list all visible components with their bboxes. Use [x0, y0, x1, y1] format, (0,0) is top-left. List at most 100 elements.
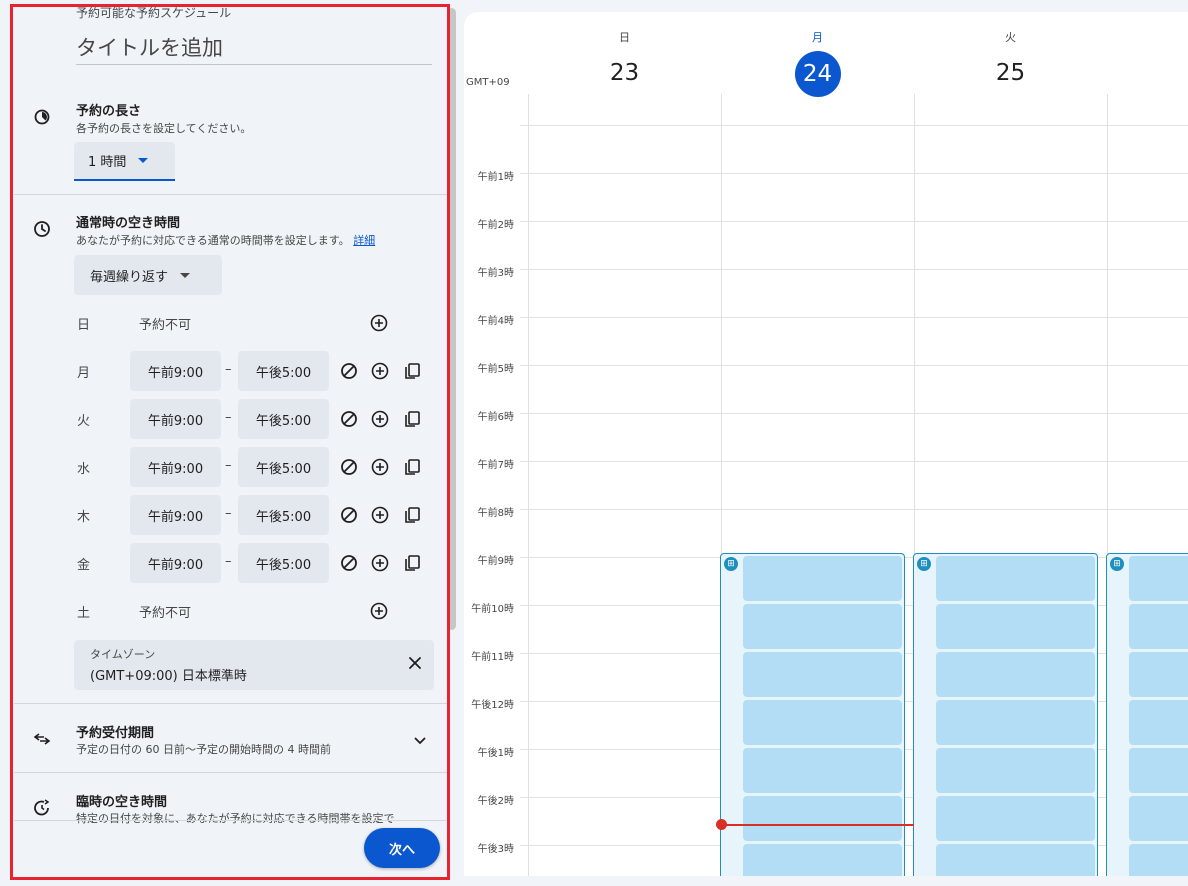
- close-icon[interactable]: [408, 655, 422, 674]
- day-number: 25: [995, 60, 1026, 86]
- hour-label: 午前9時: [477, 556, 514, 567]
- copy-icon[interactable]: [401, 456, 423, 478]
- booking-schedule-panel: 予約可能な予約スケジュール タイトルを追加 予約の長さ 各予約の長さを設定してく…: [0, 0, 458, 886]
- start-time-field[interactable]: 午前9:00: [130, 351, 221, 391]
- unavailable-text: 予約不可: [139, 606, 192, 621]
- hour-gridline: [520, 461, 1188, 462]
- bookable-slot[interactable]: [936, 556, 1095, 601]
- booking-window-title: 予約受付期間: [76, 726, 155, 741]
- start-time-field[interactable]: 午前9:00: [130, 543, 221, 583]
- time-range-dash: –: [225, 458, 232, 473]
- end-time-field[interactable]: 午後5:00: [238, 495, 329, 535]
- hour-label: 午前5時: [477, 364, 514, 375]
- day-label: 月: [77, 366, 91, 381]
- bookable-slot[interactable]: [1129, 796, 1188, 841]
- divider: [14, 703, 448, 704]
- timezone-field[interactable]: タイムゾーン (GMT+09:00) 日本標準時: [74, 640, 434, 690]
- copy-icon[interactable]: [401, 504, 423, 526]
- bookable-slot[interactable]: [743, 796, 902, 841]
- timezone-value: (GMT+09:00) 日本標準時: [90, 669, 247, 684]
- repeat-dropdown[interactable]: 毎週繰り返す: [74, 255, 222, 295]
- add-circle-icon[interactable]: [369, 456, 391, 478]
- footer-divider: [14, 820, 446, 821]
- bookable-slot[interactable]: [1129, 604, 1188, 649]
- bookable-slot[interactable]: [743, 652, 902, 697]
- hour-label: 午前8時: [477, 508, 514, 519]
- scrollbar[interactable]: [447, 8, 456, 630]
- unavailable-icon[interactable]: [338, 504, 360, 526]
- unavailable-icon[interactable]: [338, 408, 360, 430]
- current-time-dot: [716, 819, 727, 830]
- end-time-field[interactable]: 午後5:00: [238, 447, 329, 487]
- bookable-slot[interactable]: [1129, 700, 1188, 745]
- availability-block[interactable]: ⊞: [720, 553, 905, 876]
- copy-icon[interactable]: [401, 552, 423, 574]
- bookable-slot[interactable]: [936, 748, 1095, 793]
- title-input[interactable]: タイトルを追加: [76, 32, 432, 65]
- hour-gridline: [520, 509, 1188, 510]
- bookable-slot[interactable]: [936, 652, 1095, 697]
- day-of-week: 火: [1005, 31, 1016, 44]
- availability-block[interactable]: ⊞: [1106, 553, 1188, 876]
- timezone-label: GMT+09: [466, 77, 510, 88]
- bookable-slot[interactable]: [743, 700, 902, 745]
- grid-icon: ⊞: [917, 557, 931, 571]
- day-label: 火: [77, 414, 91, 429]
- bookable-slot[interactable]: [1129, 556, 1188, 601]
- bookable-slot[interactable]: [936, 796, 1095, 841]
- day-label: 日: [77, 318, 91, 333]
- hour-gridline: [520, 125, 1188, 126]
- bookable-slot[interactable]: [1129, 748, 1188, 793]
- end-time-field[interactable]: 午後5:00: [238, 399, 329, 439]
- add-circle-icon[interactable]: [369, 552, 391, 574]
- time-range-dash: –: [225, 410, 232, 425]
- add-circle-icon[interactable]: [368, 312, 390, 334]
- hour-gridline: [520, 221, 1188, 222]
- day-header[interactable]: 火 25: [914, 12, 1107, 92]
- bookable-slot[interactable]: [743, 748, 902, 793]
- day-header[interactable]: 月 24: [721, 12, 914, 97]
- hour-label: 午後12時: [471, 700, 514, 711]
- start-time-field[interactable]: 午前9:00: [130, 447, 221, 487]
- availability-title: 通常時の空き時間: [76, 216, 181, 231]
- duration-value: 1 時間: [88, 155, 127, 170]
- start-time-field[interactable]: 午前9:00: [130, 495, 221, 535]
- bookable-slot[interactable]: [936, 844, 1095, 876]
- chevron-down-icon[interactable]: [410, 731, 430, 751]
- end-time-field[interactable]: 午後5:00: [238, 543, 329, 583]
- day-of-week: 日: [619, 31, 630, 44]
- time-range-dash: –: [225, 506, 232, 521]
- end-time-field[interactable]: 午後5:00: [238, 351, 329, 391]
- bookable-slot[interactable]: [743, 844, 902, 876]
- hour-label: 午前10時: [471, 604, 514, 615]
- bookable-slot[interactable]: [936, 604, 1095, 649]
- day-header[interactable]: 日 23: [528, 12, 721, 92]
- copy-icon[interactable]: [401, 408, 423, 430]
- bookable-slot[interactable]: [743, 556, 902, 601]
- next-button[interactable]: 次へ: [364, 828, 440, 868]
- bookable-slot[interactable]: [1129, 652, 1188, 697]
- unavailable-icon[interactable]: [338, 552, 360, 574]
- unavailable-icon[interactable]: [338, 360, 360, 382]
- bookable-slot[interactable]: [743, 604, 902, 649]
- add-circle-icon[interactable]: [369, 504, 391, 526]
- repeat-value: 毎週繰り返す: [90, 269, 169, 285]
- bookable-slot[interactable]: [936, 700, 1095, 745]
- bookable-slot[interactable]: [1129, 844, 1188, 876]
- add-circle-icon[interactable]: [369, 408, 391, 430]
- clock-icon: [32, 219, 52, 239]
- hour-label: 午前2時: [477, 220, 514, 231]
- copy-icon[interactable]: [401, 360, 423, 382]
- start-time-field[interactable]: 午前9:00: [130, 399, 221, 439]
- detail-link[interactable]: 詳細: [353, 234, 375, 247]
- unavailable-icon[interactable]: [338, 456, 360, 478]
- add-circle-icon[interactable]: [369, 360, 391, 382]
- time-range-dash: –: [225, 362, 232, 377]
- timezone-label: タイムゾーン: [90, 648, 156, 661]
- add-circle-icon[interactable]: [368, 600, 390, 622]
- duration-dropdown[interactable]: 1 時間: [74, 142, 175, 181]
- day-label: 水: [77, 462, 91, 477]
- booking-window-subtitle: 予定の日付の 60 日前〜予定の開始時間の 4 時間前: [76, 743, 331, 756]
- hour-gridline: [520, 317, 1188, 318]
- availability-block[interactable]: ⊞: [913, 553, 1098, 876]
